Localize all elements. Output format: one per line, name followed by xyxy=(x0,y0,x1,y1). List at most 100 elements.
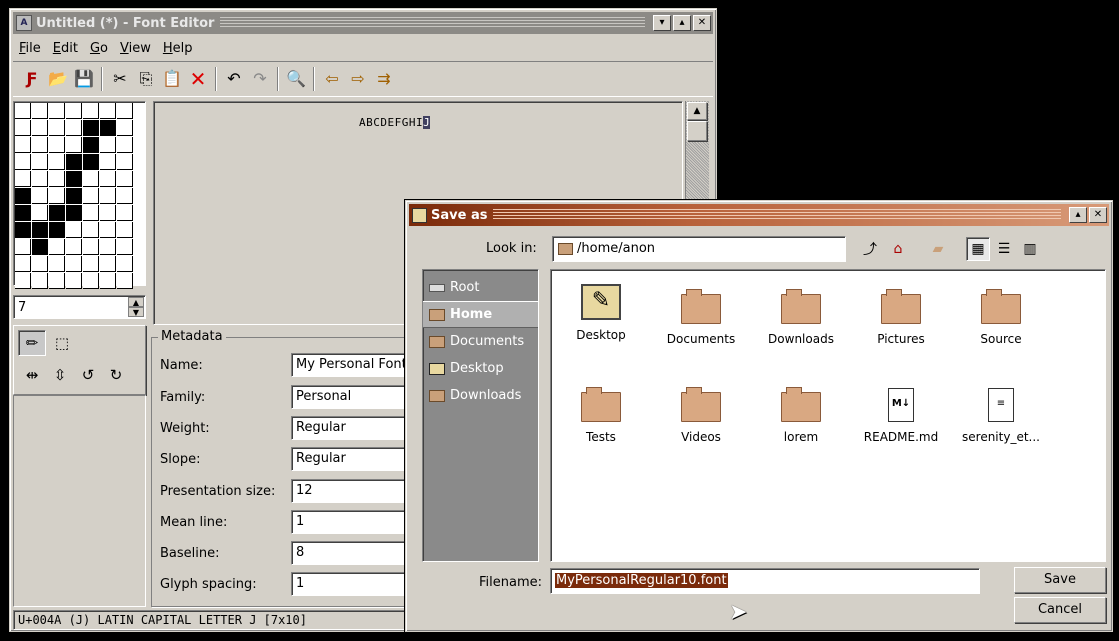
glyph-pixel[interactable] xyxy=(15,120,31,136)
glyph-pixel[interactable] xyxy=(66,171,82,187)
scroll-up-icon[interactable]: ▲ xyxy=(687,102,707,120)
glyph-pixel[interactable] xyxy=(117,154,133,170)
glyph-pixel[interactable] xyxy=(49,171,65,187)
glyph-pixel[interactable] xyxy=(100,273,116,289)
glyph-pixel[interactable] xyxy=(83,120,99,136)
glyph-pixel[interactable] xyxy=(66,120,82,136)
menu-file[interactable]: File xyxy=(13,41,47,56)
cut-icon[interactable]: ✂ xyxy=(107,66,133,92)
minimize-button[interactable]: ▾ xyxy=(653,15,671,31)
glyph-pixel[interactable] xyxy=(32,273,48,289)
save-icon[interactable]: 💾 xyxy=(71,66,97,92)
glyph-pixel[interactable] xyxy=(117,256,133,272)
paste-icon[interactable]: 📋 xyxy=(159,66,185,92)
menu-edit[interactable]: Edit xyxy=(47,41,84,56)
glyph-pixel[interactable] xyxy=(15,103,31,119)
undo-icon[interactable]: ↶ xyxy=(221,66,247,92)
glyph-pixel[interactable] xyxy=(32,154,48,170)
glyph-pixel[interactable] xyxy=(15,239,31,255)
glyph-pixel[interactable] xyxy=(32,256,48,272)
file-item[interactable]: Tests xyxy=(551,382,651,444)
file-item[interactable]: M↓ README.md xyxy=(851,382,951,444)
pencil-tool-icon[interactable]: ✏ xyxy=(18,330,46,356)
flip-vertical-icon[interactable]: ⇳ xyxy=(46,362,74,388)
glyph-pixel[interactable] xyxy=(66,273,82,289)
glyph-pixel[interactable] xyxy=(15,256,31,272)
file-item[interactable]: ≡ serenity_et... xyxy=(951,382,1051,444)
glyph-pixel[interactable] xyxy=(100,205,116,221)
glyph-pixel[interactable] xyxy=(83,154,99,170)
glyph-pixel[interactable] xyxy=(117,137,133,153)
glyph-pixel[interactable] xyxy=(49,154,65,170)
glyph-pixel[interactable] xyxy=(117,222,133,238)
glyph-pixel[interactable] xyxy=(117,188,133,204)
glyph-pixel[interactable] xyxy=(100,239,116,255)
selected-glyph[interactable]: J xyxy=(423,116,431,129)
glyph-pixel[interactable] xyxy=(15,154,31,170)
list-view-icon[interactable]: ☰ xyxy=(992,237,1016,261)
glyph-pixel[interactable] xyxy=(83,103,99,119)
glyph-pixel[interactable] xyxy=(66,154,82,170)
glyph-pixel[interactable] xyxy=(49,205,65,221)
glyph-pixel[interactable] xyxy=(32,188,48,204)
glyph-pixel[interactable] xyxy=(100,154,116,170)
glyph-pixel[interactable] xyxy=(32,222,48,238)
columns-view-icon[interactable]: ▥ xyxy=(1018,237,1042,261)
place-documents[interactable]: Documents xyxy=(423,328,538,355)
spin-down-icon[interactable]: ▼ xyxy=(128,307,144,317)
copy-icon[interactable]: ⎘ xyxy=(133,66,159,92)
glyph-pixel[interactable] xyxy=(83,205,99,221)
glyph-pixel[interactable] xyxy=(49,188,65,204)
glyph-pixel[interactable] xyxy=(100,103,116,119)
glyph-pixel[interactable] xyxy=(100,171,116,187)
glyph-pixel[interactable] xyxy=(83,256,99,272)
glyph-pixel[interactable] xyxy=(66,188,82,204)
glyph-pixel[interactable] xyxy=(15,222,31,238)
redo-icon[interactable]: ↷ xyxy=(247,66,273,92)
glyph-pixel[interactable] xyxy=(32,120,48,136)
glyph-pixel[interactable] xyxy=(83,273,99,289)
previous-glyph-icon[interactable]: ⇦ xyxy=(319,66,345,92)
glyph-pixel[interactable] xyxy=(32,171,48,187)
glyph-pixel[interactable] xyxy=(32,239,48,255)
go-to-glyph-icon[interactable]: ⇉ xyxy=(371,66,397,92)
filename-input[interactable]: MyPersonalRegular10.font xyxy=(550,568,980,594)
glyph-pixel[interactable] xyxy=(117,239,133,255)
delete-icon[interactable]: ✕ xyxy=(185,66,211,92)
save-button[interactable]: Save xyxy=(1014,567,1106,593)
glyph-pixel[interactable] xyxy=(117,273,133,289)
glyph-pixel[interactable] xyxy=(117,120,133,136)
editor-titlebar[interactable]: A Untitled (*) - Font Editor ▾ ▴ ✕ xyxy=(13,12,713,34)
spin-arrows[interactable]: ▲ ▼ xyxy=(128,297,144,317)
icon-view-icon[interactable]: ▦ xyxy=(966,237,990,261)
move-tool-icon[interactable]: ⬚ xyxy=(48,330,76,356)
glyph-pixel[interactable] xyxy=(117,103,133,119)
file-item[interactable]: Videos xyxy=(651,382,751,444)
zoom-icon[interactable]: 🔍 xyxy=(283,66,309,92)
rotate-cw-icon[interactable]: ↻ xyxy=(102,362,130,388)
glyph-pixel[interactable] xyxy=(83,239,99,255)
file-item[interactable]: Documents xyxy=(651,284,751,346)
close-button[interactable]: ✕ xyxy=(693,15,711,31)
glyph-pixel[interactable] xyxy=(83,171,99,187)
scroll-thumb[interactable] xyxy=(687,121,707,141)
glyph-pixel[interactable] xyxy=(15,205,31,221)
glyph-pixel[interactable] xyxy=(49,239,65,255)
glyph-pixel[interactable] xyxy=(32,137,48,153)
new-folder-icon[interactable]: ▰ xyxy=(926,237,950,261)
glyph-pixel[interactable] xyxy=(49,120,65,136)
glyph-pixel[interactable] xyxy=(100,120,116,136)
glyph-pixel[interactable] xyxy=(83,137,99,153)
open-icon[interactable]: 📂 xyxy=(45,66,71,92)
glyph-pixel[interactable] xyxy=(15,273,31,289)
home-icon[interactable]: ⌂ xyxy=(886,237,910,261)
glyph-pixel[interactable] xyxy=(66,103,82,119)
glyph-editor-grid[interactable] xyxy=(13,101,146,289)
new-font-icon[interactable]: Ƒ xyxy=(19,66,45,92)
dialog-maximize-button[interactable]: ▴ xyxy=(1069,207,1087,223)
glyph-pixel[interactable] xyxy=(100,137,116,153)
glyph-pixel[interactable] xyxy=(100,222,116,238)
look-in-path-field[interactable]: /home/anon xyxy=(552,236,846,262)
file-item[interactable]: lorem xyxy=(751,382,851,444)
glyph-pixel[interactable] xyxy=(83,188,99,204)
